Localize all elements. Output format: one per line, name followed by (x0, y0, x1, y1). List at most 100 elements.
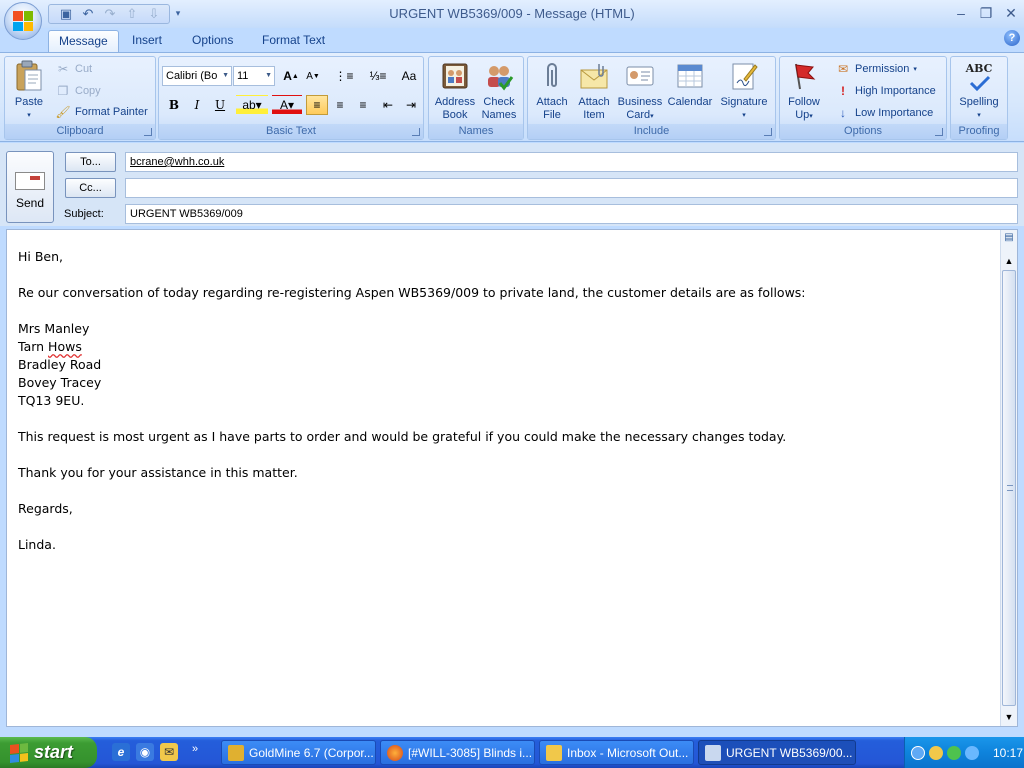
numbering-icon[interactable]: ⅓≡ (363, 66, 393, 86)
attach-item-label-1: Attach (578, 96, 610, 108)
styles-icon[interactable]: Aa (398, 66, 420, 86)
taskbar-item-firefox[interactable]: [#WILL-3085] Blinds i... (380, 740, 535, 765)
taskbar-item-goldmine[interactable]: GoldMine 6.7 (Corpor... (221, 740, 376, 765)
start-button[interactable]: start (0, 737, 97, 768)
attach-file-button[interactable]: Attach File (530, 60, 574, 122)
bullets-icon[interactable]: ⋮≡ (329, 66, 359, 86)
to-button[interactable]: To... (65, 152, 116, 172)
office-button[interactable] (4, 2, 42, 40)
close-button[interactable]: ✕ (1000, 3, 1022, 23)
attach-item-label-2: Item (583, 109, 605, 121)
calendar-button[interactable]: Calendar (664, 60, 716, 109)
high-importance-label: High Importance (855, 85, 936, 97)
vertical-scrollbar[interactable]: ▤ ▲ ▼ (1000, 230, 1017, 726)
subject-field[interactable]: URGENT WB5369/009 (125, 204, 1018, 224)
message-body[interactable]: Hi Ben, Re our conversation of today reg… (6, 229, 1018, 727)
low-importance-button[interactable]: ↓ Low Importance (835, 103, 933, 123)
follow-up-button[interactable]: Follow Up▾ (782, 60, 826, 123)
highlight-icon[interactable]: ab▾ (236, 95, 268, 115)
high-importance-button[interactable]: ! High Importance (835, 81, 936, 101)
permission-button[interactable]: ✉ Permission ▾ (835, 59, 917, 79)
business-card-label-1: Business (617, 96, 663, 108)
basic-text-group-label: Basic Text (159, 124, 423, 139)
signoff: Regards, (18, 501, 73, 516)
browser-icon[interactable]: ◉ (136, 743, 154, 761)
clock: 10:17 (993, 745, 1024, 760)
chevron-down-icon: ▾ (650, 113, 654, 120)
help-icon[interactable]: ? (1004, 30, 1020, 46)
address-book-button[interactable]: Address Book (431, 60, 479, 122)
subject-label: Subject: (64, 208, 104, 220)
calendar-icon (674, 60, 706, 92)
windows-flag-icon (10, 742, 28, 763)
send-button[interactable]: Send (6, 151, 54, 223)
scroll-up-icon[interactable]: ▲ (1002, 256, 1016, 268)
shrink-font-icon[interactable]: A ▼ (302, 66, 324, 86)
font-size-combo[interactable]: 11 ▼ (233, 66, 275, 86)
cc-field[interactable] (125, 178, 1018, 198)
group-names: Address Book Check Names Names (428, 56, 524, 140)
options-launcher-icon[interactable] (935, 128, 943, 136)
paste-button[interactable]: Paste ▾ (9, 60, 49, 122)
include-launcher-icon[interactable] (764, 128, 772, 136)
tab-format-text[interactable]: Format Text (252, 30, 335, 52)
align-right-icon[interactable]: ≡ (352, 95, 374, 115)
cut-button[interactable]: ✂ Cut (55, 59, 92, 79)
internet-explorer-icon[interactable]: e (112, 743, 130, 761)
taskbar-item-urgent-message[interactable]: URGENT WB5369/00... (698, 740, 856, 765)
basic-text-launcher-icon[interactable] (412, 128, 420, 136)
tray-expand-icon[interactable] (911, 745, 925, 760)
align-center-icon[interactable]: ≡ (329, 95, 351, 115)
tray-network-icon[interactable] (965, 745, 979, 760)
maximize-button[interactable]: ❐ (975, 3, 997, 23)
minimize-button[interactable]: – (950, 3, 972, 23)
font-name-combo[interactable]: Calibri (Bo ▼ (162, 66, 232, 86)
envelope-attach-icon (578, 60, 610, 92)
scroll-down-icon[interactable]: ▼ (1002, 712, 1016, 724)
clipboard-group-label: Clipboard (5, 124, 155, 139)
taskbar-item-label: [#WILL-3085] Blinds i... (408, 745, 533, 760)
underline-button[interactable]: U (209, 95, 231, 115)
taskbar-item-inbox[interactable]: Inbox - Microsoft Out... (539, 740, 694, 765)
misspelled-word[interactable]: Hows (48, 339, 82, 354)
spelling-abc-text: ABC (965, 61, 993, 75)
address-name: Mrs Manley (18, 321, 90, 336)
to-recipient[interactable]: bcrane@whh.co.uk (130, 156, 224, 168)
font-color-icon[interactable]: A▾ (272, 95, 302, 115)
paste-dropdown-icon[interactable]: ▾ (9, 109, 49, 122)
tab-insert[interactable]: Insert (122, 30, 172, 52)
tab-message[interactable]: Message (48, 30, 119, 52)
tab-options[interactable]: Options (182, 30, 243, 52)
tray-outlook-icon[interactable] (929, 745, 943, 760)
scroll-thumb[interactable] (1002, 270, 1016, 706)
align-left-icon[interactable]: ≡ (306, 95, 328, 115)
to-field[interactable]: bcrane@whh.co.uk (125, 152, 1018, 172)
message-text[interactable]: Hi Ben, Re our conversation of today reg… (18, 248, 988, 572)
check-names-button[interactable]: Check Names (477, 60, 521, 122)
signature-button[interactable]: Signature ▾ (716, 60, 772, 122)
grow-font-icon[interactable]: A ▲ (280, 66, 302, 86)
tray-status-icon[interactable] (947, 745, 961, 760)
font-name-value: Calibri (Bo (166, 70, 218, 82)
scissors-icon: ✂ (57, 62, 69, 76)
outlook-icon[interactable]: ✉ (160, 743, 178, 761)
signature: Linda. (18, 537, 56, 552)
increase-indent-icon[interactable]: ⇥ (400, 95, 422, 115)
ruler-toggle-icon[interactable]: ▤ (1002, 232, 1016, 248)
address-line-2: Bradley Road (18, 357, 102, 372)
clipboard-launcher-icon[interactable] (144, 128, 152, 136)
format-painter-button[interactable]: 🖌 Format Painter (55, 102, 148, 122)
options-group-label: Options (780, 124, 946, 139)
address-book-icon (439, 60, 471, 92)
bold-button[interactable]: B (163, 95, 185, 115)
cc-button[interactable]: Cc... (65, 178, 116, 198)
business-card-button[interactable]: Business Card▾ (616, 60, 664, 123)
italic-button[interactable]: I (186, 95, 208, 115)
quick-launch-more-icon[interactable]: » (192, 743, 198, 755)
decrease-indent-icon[interactable]: ⇤ (377, 95, 399, 115)
format-painter-label: Format Painter (75, 106, 148, 118)
address-line-1: Tarn Hows (18, 338, 988, 356)
attach-item-button[interactable]: Attach Item (572, 60, 616, 122)
copy-button[interactable]: ❐ Copy (55, 81, 101, 101)
spelling-button[interactable]: ABC Spelling ▾ (953, 60, 1005, 122)
